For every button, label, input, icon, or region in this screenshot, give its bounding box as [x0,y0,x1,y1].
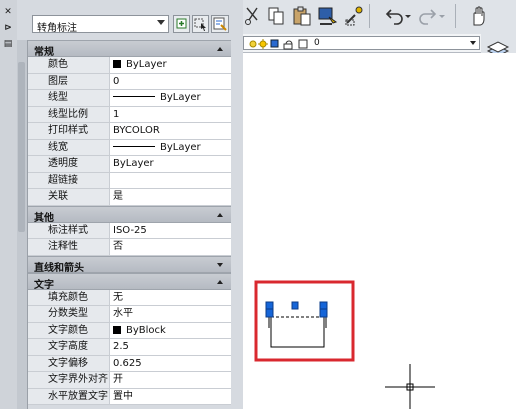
redo-dropdown-icon[interactable] [437,5,447,27]
section-lines-arrows[interactable]: 直线和箭头 [28,255,231,274]
quick-select-icon [213,17,227,31]
property-row[interactable]: 线宽 ByLayer [28,139,231,156]
section-text[interactable]: 文字 [28,272,231,291]
undo-icon[interactable] [383,5,405,27]
property-row[interactable]: 注释性否 [28,239,231,256]
toggle-pickadd-button[interactable] [173,15,190,33]
collapse-icon [217,279,223,284]
scroll-thumb[interactable] [18,62,25,232]
object-type-value: 转角标注 [37,23,77,34]
color-swatch-icon [113,325,121,334]
paste-icon[interactable] [291,5,313,27]
property-row[interactable]: 标注样式 ISO-25 [28,222,231,239]
section-misc[interactable]: 其他 [28,205,231,224]
drawing-svg [254,280,435,409]
property-row[interactable]: 文字界外对齐开 [28,372,231,389]
drawing-canvas[interactable] [243,53,516,409]
redo-icon[interactable] [417,5,439,27]
property-row[interactable]: 文字颜色 ByBlock [28,322,231,339]
layer-state-icons [249,39,308,50]
dimension-object[interactable] [268,310,327,348]
current-layer-name: 0 [314,38,320,48]
expand-icon [217,262,223,267]
quick-select-button[interactable] [211,15,229,33]
property-row[interactable]: 超链接 [28,172,231,189]
lineweight-sample-icon [113,145,155,147]
match-properties-icon[interactable] [317,5,339,27]
property-row[interactable]: 关联是 [28,189,231,206]
cut-icon[interactable] [243,5,265,27]
auto-hide-icon[interactable]: ⊳ [1,22,15,34]
palette-title-strip: ✕ ⊳ ▤ [0,0,18,409]
copy-icon[interactable] [265,5,287,27]
crosshair-cursor-icon [385,364,435,409]
property-row[interactable]: 颜色 ByLayer [28,57,231,74]
section-general[interactable]: 常规 [28,40,231,58]
collapse-icon [217,47,223,51]
layer-control-dropdown[interactable]: 0 [243,36,480,50]
grip-handle[interactable] [319,308,328,318]
property-row[interactable]: 分数类型 水平 [28,306,231,323]
brush-icon[interactable] [343,5,365,27]
property-row[interactable]: 文字偏移 0.625 [28,355,231,372]
separator [455,4,456,28]
quick-access-toolbar [243,0,516,35]
chevron-down-icon [470,41,476,45]
properties-menu-icon[interactable]: ▤ [1,38,15,50]
property-row[interactable]: 透明度 ByLayer [28,156,231,173]
property-row[interactable]: 填充颜色无 [28,289,231,306]
grip-handle[interactable] [265,308,274,318]
undo-dropdown-icon[interactable] [403,5,413,27]
separator [369,4,370,28]
select-objects-button[interactable] [192,15,209,33]
color-swatch-icon [113,60,121,68]
palette-scrollbar[interactable] [17,40,28,409]
pan-hand-icon[interactable] [467,5,493,27]
layer-bar: 0 [243,34,516,96]
pickadd-icon [176,18,187,29]
property-row[interactable]: 文字高度 2.5 [28,339,231,356]
select-objects-icon [194,18,206,31]
collapse-icon [217,212,223,217]
property-grid: 常规 颜色 ByLayer 图层 0 线型 ByLayer 线型比例 1 打印样式 BYC… [28,40,231,405]
chevron-down-icon [157,20,165,25]
linetype-sample-icon [113,96,155,97]
property-row[interactable]: 线型 ByLayer [28,90,231,107]
object-type-select[interactable]: 转角标注 [32,15,169,34]
grip-handle[interactable] [291,301,299,310]
property-row[interactable]: 图层 0 [28,73,231,90]
property-row[interactable]: 水平放置文字 置中 [28,388,231,405]
property-row[interactable]: 打印样式 BYCOLOR [28,123,231,140]
close-icon[interactable]: ✕ [1,6,15,18]
property-row[interactable]: 线型比例 1 [28,106,231,123]
